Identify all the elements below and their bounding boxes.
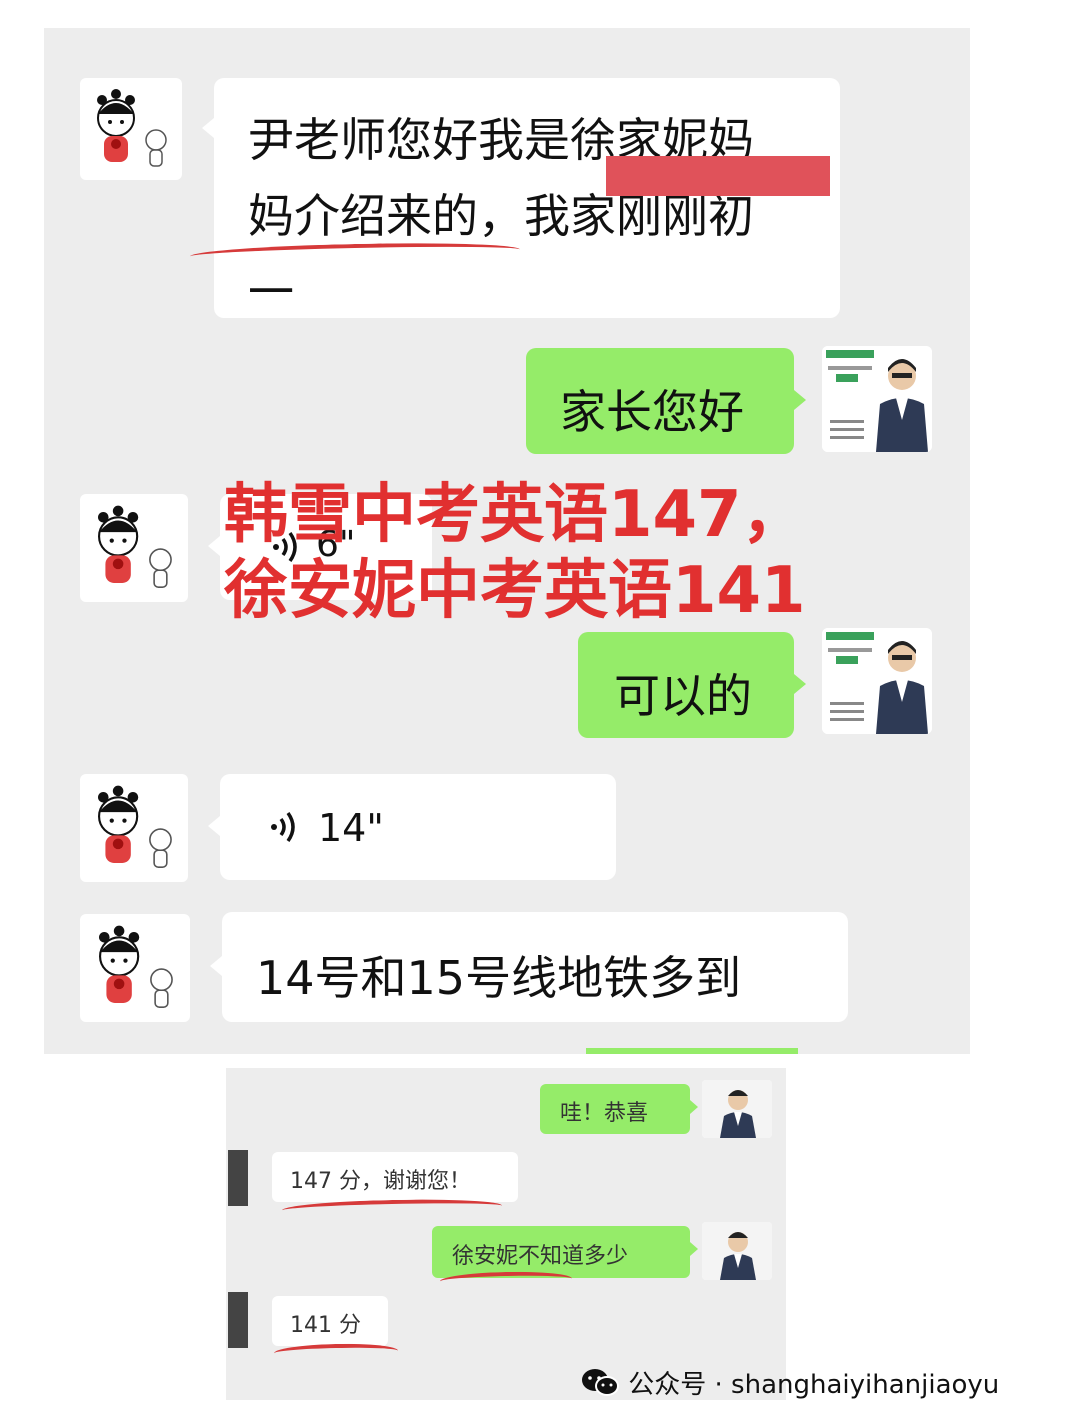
message-text: 徐安妮不知道多少	[452, 1244, 629, 1269]
teacher-avatar[interactable]	[822, 628, 932, 734]
message-text: 147 分，谢谢您！	[290, 1169, 471, 1194]
watermark-text: 公众号 · shanghaiyihanjiaoyu	[628, 1370, 1000, 1400]
message-text: 141 分	[290, 1313, 361, 1338]
teacher-avatar[interactable]	[702, 1080, 772, 1138]
bubble-tail	[794, 390, 806, 410]
message-text: 一	[248, 265, 294, 319]
message-bubble[interactable]: 14号和15号线地铁多到	[222, 912, 848, 1022]
message-bubble[interactable]: 哇！恭喜	[540, 1084, 690, 1134]
voice-duration: 14"	[318, 806, 384, 850]
message-bubble[interactable]: 141 分	[272, 1296, 388, 1346]
parent-avatar[interactable]	[228, 1150, 248, 1206]
girl-avatar-icon	[98, 785, 172, 868]
parent-avatar[interactable]	[80, 494, 188, 602]
bubble-tail	[690, 1242, 698, 1256]
teacher-avatar-icon	[822, 628, 932, 734]
bubble-tail	[208, 816, 220, 836]
girl-avatar-icon	[98, 505, 172, 588]
teacher-avatar[interactable]	[822, 346, 932, 452]
teacher-avatar-icon	[822, 346, 932, 452]
bubble-tail	[690, 1100, 698, 1114]
bubble-tail	[210, 956, 222, 976]
cut-off-bubble-edge	[586, 1048, 798, 1054]
teacher-avatar-icon	[702, 1222, 772, 1280]
parent-avatar[interactable]	[80, 914, 190, 1022]
watermark: 公众号 · shanghaiyihanjiaoyu	[580, 1364, 999, 1401]
message-text: 家长您好	[560, 385, 744, 439]
girl-avatar-icon	[99, 925, 173, 1008]
overlay-caption-line1: 韩雪中考英语147，	[224, 478, 806, 552]
parent-avatar[interactable]	[228, 1292, 248, 1348]
parent-avatar[interactable]	[80, 78, 182, 180]
message-text: 14号和15号线地铁多到	[256, 951, 742, 1005]
teacher-avatar[interactable]	[702, 1222, 772, 1280]
parent-avatar[interactable]	[80, 774, 188, 882]
teacher-avatar-icon	[702, 1080, 772, 1138]
voice-message-bubble[interactable]: 14"	[220, 774, 616, 880]
message-bubble[interactable]: 尹老师您好我是徐家妮妈 妈介绍来的，我家刚刚初 一	[214, 78, 840, 319]
bubble-tail	[208, 536, 220, 556]
message-bubble[interactable]: 可以的	[578, 632, 794, 738]
message-text: 可以的	[614, 669, 752, 723]
girl-avatar-icon	[97, 89, 167, 167]
voice-icon	[271, 811, 295, 843]
bubble-tail	[794, 674, 806, 694]
wechat-logo-icon	[582, 1368, 619, 1396]
message-text: 哇！恭喜	[560, 1101, 649, 1126]
message-bubble[interactable]: 家长您好	[526, 348, 794, 454]
message-bubble[interactable]: 147 分，谢谢您！	[272, 1152, 518, 1202]
message-bubble[interactable]: 徐安妮不知道多少	[432, 1226, 690, 1278]
redaction-bar	[606, 156, 830, 196]
overlay-caption-line2: 徐安妮中考英语141	[224, 554, 806, 628]
bubble-tail	[202, 118, 214, 138]
